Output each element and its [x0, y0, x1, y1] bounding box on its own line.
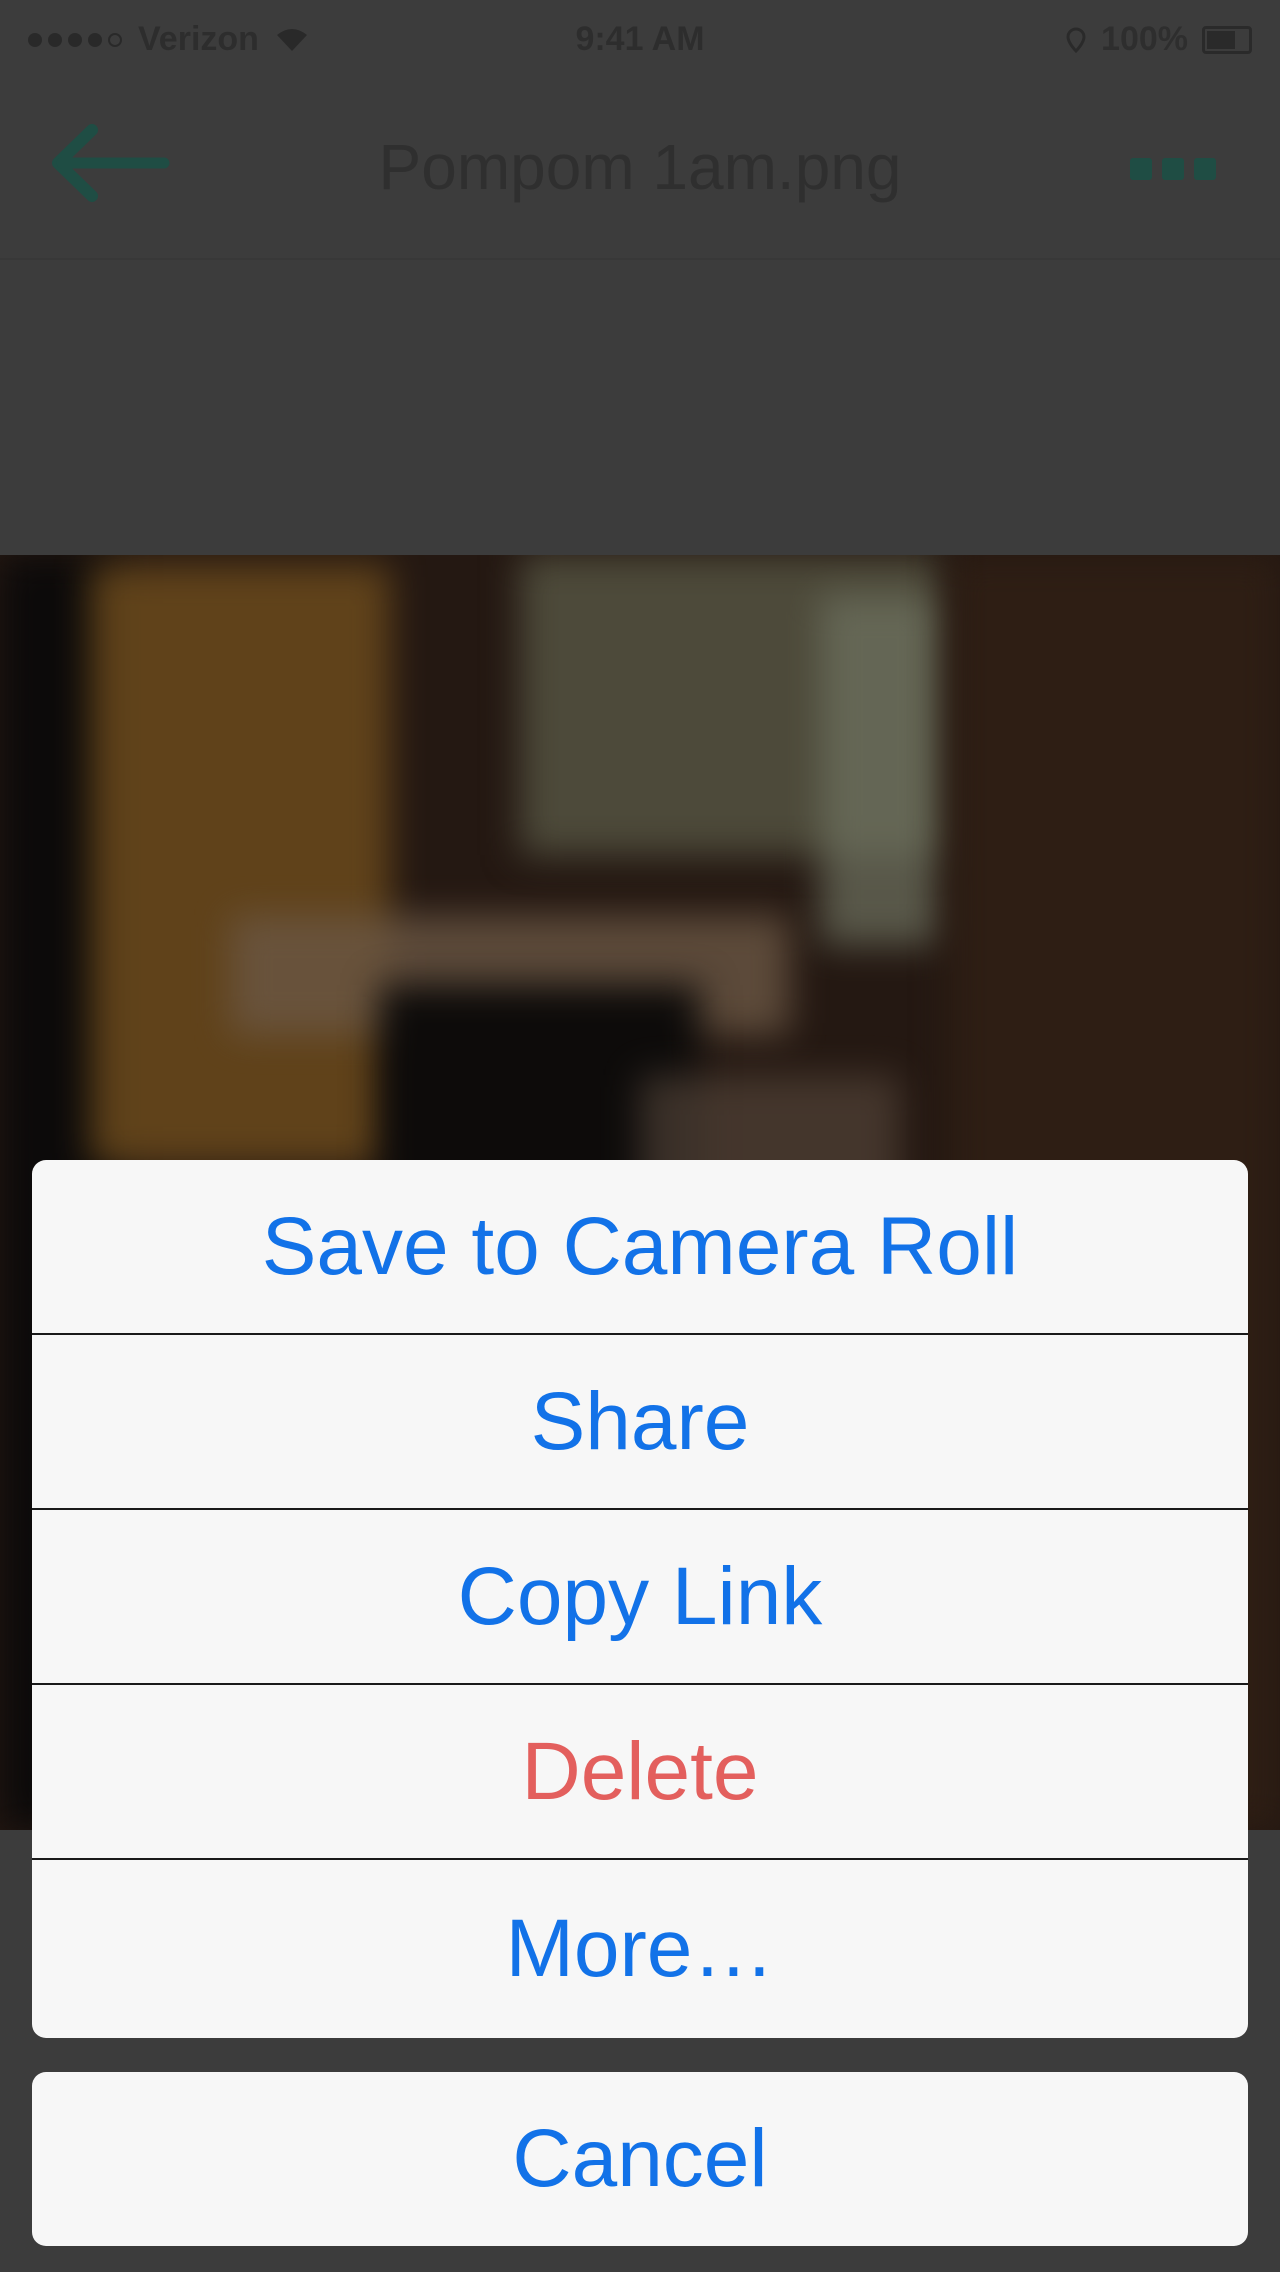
- status-right: 100%: [1065, 20, 1252, 59]
- status-bar: Verizon 9:41 AM 100%: [0, 0, 1280, 80]
- battery-percentage: 100%: [1101, 20, 1188, 58]
- location-icon: [1066, 26, 1086, 53]
- action-sheet: Save to Camera Roll Share Copy Link Dele…: [32, 1160, 1248, 2038]
- navigation-bar: Pompom 1am.png: [0, 80, 1280, 260]
- nav-divider: [0, 258, 1280, 260]
- more-button[interactable]: More…: [32, 1860, 1248, 2038]
- nav-title: Pompom 1am.png: [378, 131, 902, 203]
- screen: Verizon 9:41 AM 100% Pompom 1am.png Save…: [0, 0, 1280, 2272]
- more-icon[interactable]: [1130, 158, 1216, 180]
- delete-button[interactable]: Delete: [32, 1685, 1248, 1860]
- battery-icon: [1202, 25, 1252, 54]
- copy-link-button[interactable]: Copy Link: [32, 1510, 1248, 1685]
- share-button[interactable]: Share: [32, 1335, 1248, 1510]
- cancel-button[interactable]: Cancel: [32, 2072, 1248, 2246]
- save-to-camera-roll-button[interactable]: Save to Camera Roll: [32, 1160, 1248, 1335]
